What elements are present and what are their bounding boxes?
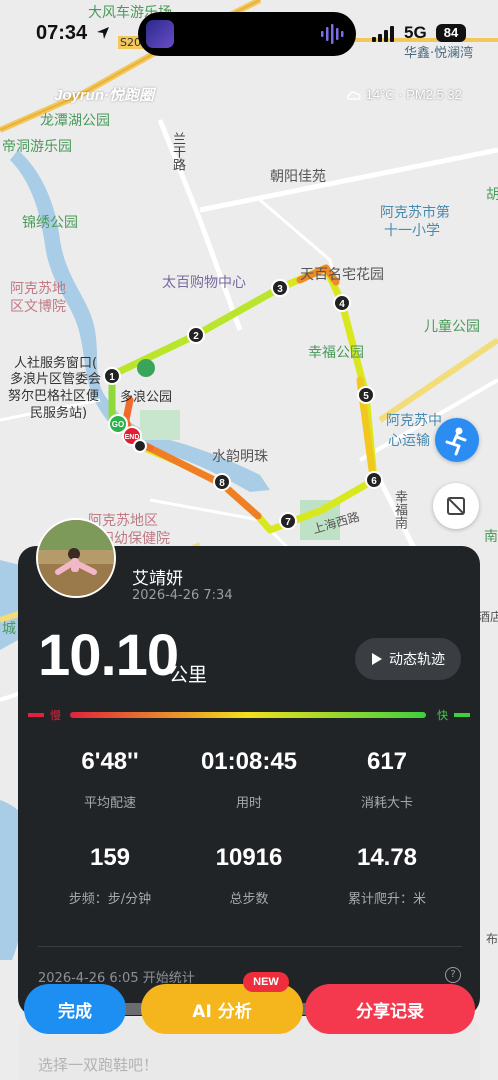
svg-text:1: 1 — [109, 372, 115, 383]
share-record-button[interactable]: 分享记录 — [305, 984, 475, 1034]
svg-text:6: 6 — [371, 476, 377, 487]
stat-label-cadence: 步频：步/分钟 — [68, 892, 152, 907]
stat-label-steps: 总步数 — [229, 892, 269, 907]
svg-text:3: 3 — [277, 284, 283, 295]
help-icon[interactable]: ? — [445, 967, 461, 983]
km-marker-2: 2 — [187, 326, 205, 344]
fullscreen-map-button[interactable] — [433, 483, 479, 529]
pace-fast-label: 快 — [437, 709, 448, 722]
divider — [38, 946, 462, 947]
stat-value-calories: 617 — [366, 748, 408, 775]
location-arrow-icon — [97, 27, 109, 39]
replay-track-button[interactable]: 动态轨迹 — [355, 638, 461, 680]
expand-map-icon — [447, 497, 465, 515]
svg-text:8: 8 — [219, 478, 225, 489]
user-name: 艾靖妍 — [132, 569, 183, 589]
shoe-prompt: 选择一双跑鞋吧！ — [38, 1056, 159, 1074]
map-label: 布 — [486, 932, 498, 946]
runner-icon — [445, 427, 467, 456]
map-label: 城 — [2, 621, 16, 637]
stat-value-duration: 01:08:45 — [200, 748, 298, 775]
distance-unit: 公里 — [169, 664, 208, 686]
play-icon — [372, 653, 382, 665]
stat-value-elevation: 14.78 — [356, 844, 418, 871]
km-marker-7: 7 — [279, 512, 297, 530]
weather-text: 14°C · PM2.5 32 — [365, 87, 462, 102]
svg-text:2: 2 — [193, 331, 199, 342]
run-datetime: 2026-4-26 7:34 — [132, 588, 233, 603]
svg-text:4: 4 — [339, 299, 345, 310]
stat-value-steps: 10916 — [215, 844, 283, 871]
svg-text:GO: GO — [112, 420, 124, 429]
avatar-photo — [38, 520, 114, 596]
stat-label-elevation: 累计爬升：米 — [347, 892, 426, 907]
stat-label-duration: 用时 — [235, 796, 262, 811]
network-type: 5G — [404, 23, 427, 42]
stat-label-calories: 消耗大卡 — [360, 796, 413, 811]
km-marker-6: 6 — [365, 471, 383, 489]
km-marker-4: 4 — [333, 294, 351, 312]
app-watermark: Joyrun·悦跑圈 — [54, 87, 155, 104]
status-time: 07:34 — [36, 22, 88, 44]
replay-label: 动态轨迹 — [389, 652, 445, 668]
runner-location-button[interactable] — [435, 418, 479, 462]
stat-value-avg-pace: 6'48'' — [81, 748, 139, 775]
battery-indicator: 84 — [436, 24, 466, 42]
pace-slow-label: 慢 — [50, 709, 61, 722]
run-distance: 10.10 — [38, 623, 179, 688]
svg-text:7: 7 — [285, 517, 291, 528]
park-pin-icon — [137, 359, 155, 377]
dynamic-island[interactable] — [138, 12, 356, 56]
km-marker-3: 3 — [271, 279, 289, 297]
audio-wave-icon — [321, 24, 344, 44]
km-marker-5: 5 — [357, 386, 375, 404]
cellular-signal-icon — [372, 26, 394, 42]
done-button[interactable]: 完成 — [24, 984, 126, 1034]
pace-gradient-bar — [28, 712, 470, 718]
km-marker-8: 8 — [213, 473, 231, 491]
weather-info: 14°C · PM2.5 32 — [346, 87, 462, 102]
km-marker-1: 1 — [103, 367, 121, 385]
cloud-icon — [347, 91, 361, 100]
stat-value-cadence: 159 — [89, 844, 131, 871]
map-label: 酒店 — [478, 610, 498, 624]
svg-text:5: 5 — [363, 391, 369, 402]
new-badge: NEW — [243, 972, 289, 992]
avatar[interactable] — [36, 518, 116, 598]
stat-label-avg-pace: 平均配速 — [83, 796, 136, 811]
status-bar: 07:34 5G 84 — [0, 0, 498, 66]
now-playing-artwork — [146, 20, 174, 48]
